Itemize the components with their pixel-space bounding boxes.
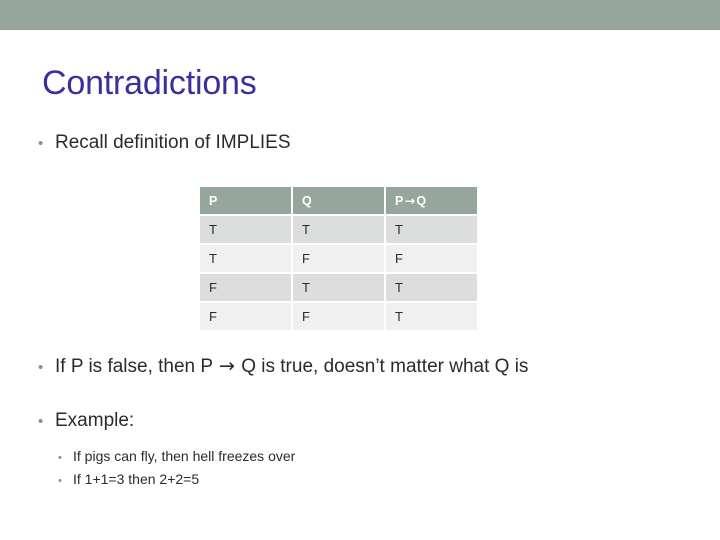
cell-p-implies-q: T: [386, 216, 477, 243]
sub-bullet-label: If 1+1=3 then 2+2=5: [73, 471, 200, 487]
slide-canvas: Contradictions • Recall definition of IMP…: [0, 0, 720, 540]
bullet-recall-definition: • Recall definition of IMPLIES: [38, 131, 291, 156]
page-title: Contradictions: [42, 64, 257, 102]
list-item: • If 1+1=3 then 2+2=5: [58, 470, 199, 491]
cell-q: T: [293, 216, 384, 243]
bullet-if-p-is-false: • If P is false, then P → Q is true, does…: [38, 354, 528, 380]
bullet-if-false-text-end: Q is true, doesn’t matter what Q is: [235, 356, 529, 377]
cell-q: F: [293, 245, 384, 272]
bullet-marker-icon: •: [38, 135, 44, 152]
implies-header-q: Q: [416, 194, 427, 208]
table-row: T T T: [200, 216, 477, 243]
cell-q: T: [293, 274, 384, 301]
column-header-p: P: [200, 187, 291, 214]
table-row: T F F: [200, 245, 477, 272]
cell-p: F: [200, 303, 291, 330]
cell-p-implies-q: T: [386, 303, 477, 330]
truth-table-body: T T T T F F F T T F F T: [200, 216, 477, 330]
table-header-row: P Q P→Q: [200, 187, 477, 214]
sub-bullet-marker-icon: •: [58, 452, 62, 464]
sub-bullet-marker-icon: •: [58, 475, 62, 487]
truth-table-header: P Q P→Q: [200, 187, 477, 214]
sub-bullet-label: If pigs can fly, then hell freezes over: [73, 448, 296, 464]
cell-p: F: [200, 274, 291, 301]
bullet-recall-label: Recall definition of IMPLIES: [55, 132, 291, 153]
table-row: F T T: [200, 274, 477, 301]
cell-p-implies-q: F: [386, 245, 477, 272]
bullet-marker-icon: •: [38, 413, 44, 430]
implies-header-p: P: [395, 194, 404, 208]
bullet-marker-icon: •: [38, 359, 44, 376]
cell-p: T: [200, 245, 291, 272]
truth-table: P Q P→Q T T T T F F F T T F F T: [198, 185, 479, 332]
cell-p: T: [200, 216, 291, 243]
column-header-q: Q: [293, 187, 384, 214]
bullet-if-false-text-start: If P is false, then P: [55, 356, 219, 377]
right-arrow-icon: →: [404, 193, 416, 208]
bullet-example-label: Example:: [55, 410, 135, 431]
list-item: • If pigs can fly, then hell freezes over: [58, 447, 295, 468]
right-arrow-icon: →: [219, 355, 235, 377]
cell-q: F: [293, 303, 384, 330]
column-header-p-implies-q: P→Q: [386, 187, 477, 214]
top-accent-band: [0, 0, 720, 30]
cell-p-implies-q: T: [386, 274, 477, 301]
bullet-example: • Example:: [38, 409, 134, 434]
table-row: F F T: [200, 303, 477, 330]
